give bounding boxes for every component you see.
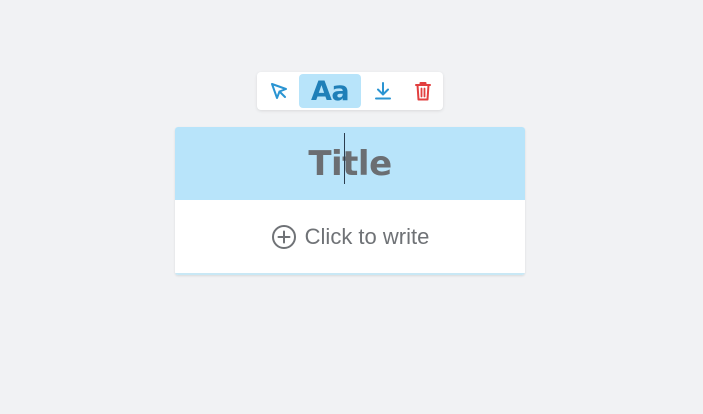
delete-button[interactable] [407,74,439,108]
trash-icon [413,80,433,102]
download-button[interactable] [367,74,399,108]
element-toolbar: Aa [257,72,443,110]
text-caret [344,132,346,184]
card-title-area[interactable]: Title [175,127,525,200]
text-style-button[interactable]: Aa [299,74,361,108]
click-to-write-label: Click to write [304,223,430,249]
text-card: Title Click to write [175,127,525,275]
click-to-write-area[interactable]: Click to write [175,200,525,273]
download-icon [373,80,393,102]
cursor-arrow-icon [268,80,290,102]
select-tool-button[interactable] [262,74,296,108]
plus-circle-icon [271,224,305,250]
text-style-icon: Aa [310,76,350,107]
card-title[interactable]: Title [308,144,392,184]
card-bottom-border [175,273,525,275]
title-wrapper: Title [308,132,392,184]
